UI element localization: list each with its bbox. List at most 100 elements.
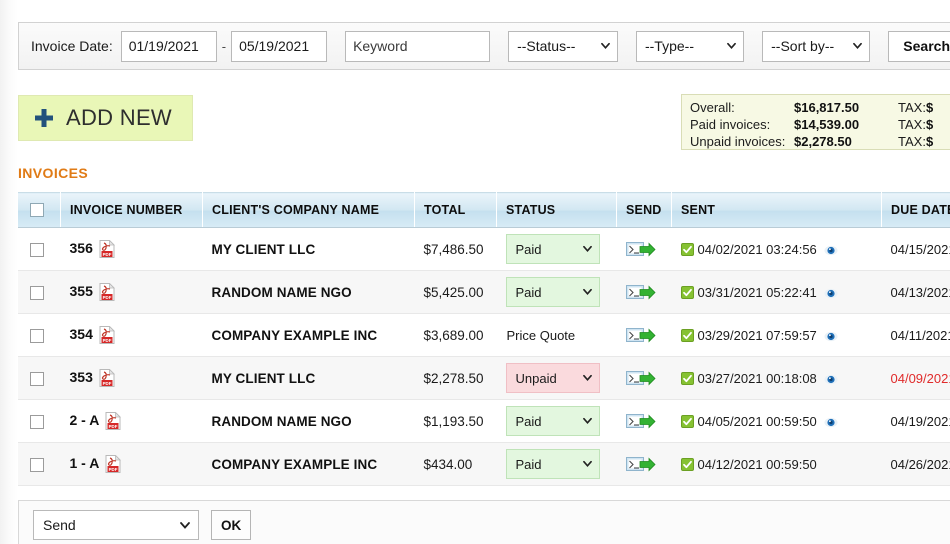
due-date: 04/26/2021	[890, 456, 950, 472]
date-from-input[interactable]	[120, 30, 217, 62]
column-header-total[interactable]: TOTAL	[414, 192, 497, 228]
sent-timestamp: 04/05/2021 00:59:50	[697, 414, 817, 430]
row-checkbox[interactable]	[30, 414, 44, 429]
bulk-action-select[interactable]: Send	[33, 510, 199, 540]
ok-button[interactable]: OK	[211, 510, 252, 540]
svg-text:PDF: PDF	[102, 252, 111, 257]
pdf-icon[interactable]: PDF	[105, 455, 122, 474]
send-icon[interactable]	[625, 370, 656, 387]
row-checkbox[interactable]	[30, 285, 44, 300]
invoice-status-select[interactable]: Paid	[505, 234, 600, 264]
summary-tax-label: TAX:	[898, 117, 926, 132]
due-date-cell: 04/26/2021	[881, 442, 950, 486]
pdf-icon[interactable]: PDF	[99, 240, 115, 259]
preview-eye-icon[interactable]	[824, 416, 838, 428]
pdf-icon[interactable]: PDF	[99, 369, 115, 388]
column-header-send[interactable]: SEND	[616, 192, 672, 228]
company-cell: COMPANY EXAMPLE INC	[202, 442, 415, 486]
company-cell: MY CLIENT LLC	[202, 227, 415, 271]
invoice-number: 354	[69, 325, 93, 342]
table-row: 2 - A PDF RANDOM NAME NGO $1,193.50 Paid 04/0…	[18, 399, 950, 443]
invoice-status-select[interactable]: Paid	[505, 449, 600, 479]
company-name: RANDOM NAME NGO	[211, 413, 352, 429]
send-icon[interactable]	[625, 241, 656, 258]
sent-confirmed-icon	[680, 286, 694, 300]
invoice-number: 356	[69, 239, 93, 256]
preview-eye-icon[interactable]	[824, 287, 838, 299]
add-new-button[interactable]: ADD NEW	[18, 95, 193, 141]
invoice-status-select[interactable]: Unpaid	[505, 363, 600, 393]
due-date-cell: 04/15/2021	[881, 227, 950, 271]
chevron-down-icon	[582, 460, 592, 467]
status-cell: Paid	[496, 270, 617, 314]
total-cell: $2,278.50	[414, 356, 497, 400]
date-to-input[interactable]	[231, 30, 328, 62]
invoice-number: 355	[69, 282, 93, 299]
sent-cell: 04/05/2021 00:59:50	[671, 399, 882, 443]
preview-eye-icon[interactable]	[824, 244, 838, 256]
select-all-header	[18, 192, 61, 228]
sort-by-select[interactable]: --Sort by--	[762, 30, 871, 62]
due-date: 04/19/2021	[890, 413, 950, 429]
summary-amount: $16,817.50	[794, 100, 860, 115]
pdf-icon[interactable]: PDF	[99, 326, 115, 345]
chevron-down-icon	[180, 522, 190, 529]
svg-text:PDF: PDF	[102, 338, 111, 343]
select-all-checkbox[interactable]	[30, 203, 44, 218]
row-checkbox[interactable]	[30, 371, 44, 386]
company-cell: RANDOM NAME NGO	[202, 270, 415, 314]
row-select-cell	[18, 399, 61, 443]
table-row: 353 PDF MY CLIENT LLC $2,278.50 Unpaid 03/27/…	[18, 356, 950, 400]
status-filter-value: --Status--	[517, 38, 576, 54]
row-select-cell	[18, 227, 61, 271]
search-button[interactable]: Search	[888, 30, 950, 62]
invoice-number: 1 - A	[69, 454, 100, 471]
page-title: INVOICES	[18, 165, 89, 181]
invoice-status-select[interactable]: Paid	[505, 406, 600, 436]
invoice-status-select[interactable]: Paid	[505, 277, 600, 307]
row-checkbox[interactable]	[30, 242, 44, 257]
send-icon[interactable]	[625, 284, 656, 301]
sent-timestamp: 03/31/2021 05:22:41	[697, 285, 817, 301]
total-cell: $3,689.00	[414, 313, 497, 357]
summary-row-overall: Overall: $16,817.50 TAX: $	[690, 100, 950, 116]
preview-eye-icon[interactable]	[824, 373, 838, 385]
invoice-total: $3,689.00	[423, 327, 484, 343]
row-select-cell	[18, 270, 61, 314]
invoice-number-cell: 355 PDF	[60, 270, 203, 314]
keyword-input[interactable]	[345, 30, 491, 62]
pdf-icon[interactable]: PDF	[105, 412, 122, 431]
row-checkbox[interactable]	[30, 457, 44, 472]
column-header-due-date[interactable]: DUE DATE	[881, 192, 950, 228]
summary-label: Unpaid invoices:	[690, 134, 786, 149]
column-header-sent[interactable]: SENT	[671, 192, 882, 228]
svg-text:PDF: PDF	[109, 467, 118, 472]
bulk-action-bar: Send OK	[18, 500, 950, 544]
column-header-status[interactable]: STATUS	[496, 192, 617, 228]
send-icon[interactable]	[625, 413, 656, 430]
preview-eye-icon[interactable]	[824, 330, 838, 342]
column-header-invoice-number[interactable]: INVOICE NUMBER	[60, 192, 203, 228]
summary-row-paid: Paid invoices: $14,539.00 TAX: $	[690, 117, 950, 133]
send-cell	[616, 227, 672, 271]
row-select-cell	[18, 356, 61, 400]
sent-timestamp: 03/27/2021 00:18:08	[697, 371, 817, 387]
due-date: 04/11/2021	[890, 327, 950, 343]
column-header-company[interactable]: CLIENT'S COMPANY NAME	[202, 192, 415, 228]
company-cell: RANDOM NAME NGO	[202, 399, 415, 443]
pdf-icon[interactable]: PDF	[99, 283, 115, 302]
send-icon[interactable]	[625, 456, 656, 473]
search-button-label: Search	[903, 38, 950, 54]
status-filter-select[interactable]: --Status--	[508, 30, 618, 62]
table-header: INVOICE NUMBER CLIENT'S COMPANY NAME TOT…	[18, 192, 950, 228]
type-filter-select[interactable]: --Type--	[635, 30, 745, 62]
row-checkbox[interactable]	[30, 328, 44, 343]
invoice-status-value: Paid	[515, 241, 542, 257]
row-select-cell	[18, 313, 61, 357]
send-icon[interactable]	[625, 327, 656, 344]
chevron-down-icon	[582, 288, 592, 295]
due-date: 04/13/2021	[890, 284, 950, 300]
status-cell: Paid	[496, 442, 617, 486]
invoice-number: 353	[69, 368, 93, 385]
company-name: COMPANY EXAMPLE INC	[211, 456, 378, 472]
